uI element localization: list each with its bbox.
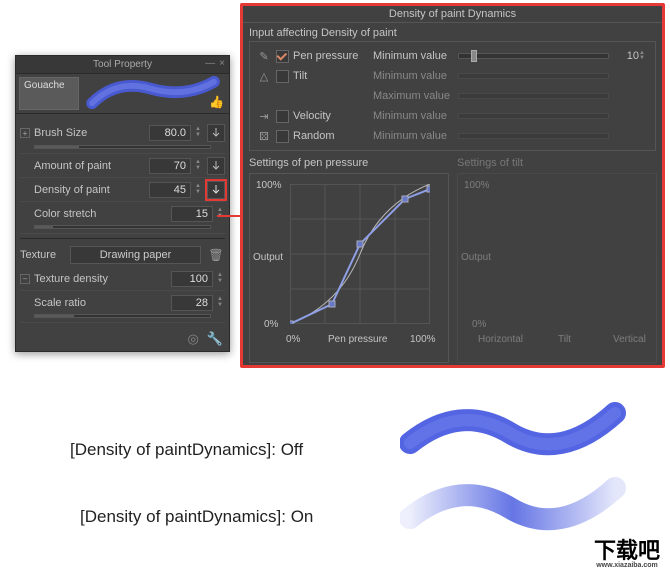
curve-y-top: 100% <box>256 180 282 191</box>
amount-dynamics-button[interactable] <box>207 157 225 175</box>
amount-spinner[interactable]: ▲▼ <box>193 160 203 172</box>
pen-min-value[interactable]: 10 <box>613 50 639 62</box>
scale-spinner[interactable]: ▲▼ <box>215 297 225 309</box>
brush-size-label: Brush Size <box>34 127 149 139</box>
trash-icon[interactable]: 🗑 <box>207 246 225 264</box>
texture-label: Texture <box>20 249 70 261</box>
texture-density-row: – Texture density 100 ▲▼ <box>20 267 225 291</box>
texture-density-label: Texture density <box>34 273 171 285</box>
panel-minimize-button[interactable]: — <box>205 58 215 69</box>
texture-density-spinner[interactable]: ▲▼ <box>215 273 225 285</box>
amount-value[interactable]: 70 <box>149 158 191 174</box>
velocity-icon: ⇥ <box>256 110 272 123</box>
velocity-label: Velocity <box>293 110 373 122</box>
color-stretch-spinner[interactable]: ▲▼ <box>215 208 225 220</box>
pen-pressure-checkbox[interactable] <box>276 50 289 63</box>
eye-icon[interactable]: ◎ <box>187 331 198 347</box>
curve-y-bot: 0% <box>264 319 278 330</box>
expand-toggle[interactable]: + <box>20 128 30 138</box>
scale-value[interactable]: 28 <box>171 295 213 311</box>
brush-size-value[interactable]: 80.0 <box>149 125 191 141</box>
tilt-label: Tilt <box>293 70 373 82</box>
scale-label: Scale ratio <box>34 297 171 309</box>
velocity-checkbox[interactable] <box>276 110 289 123</box>
random-min-slider <box>458 133 609 139</box>
density-value[interactable]: 45 <box>149 182 191 198</box>
color-stretch-label: Color stretch <box>34 208 171 220</box>
input-section-label: Input affecting Density of paint <box>243 23 662 41</box>
texture-density-value[interactable]: 100 <box>171 271 213 287</box>
watermark: 下载吧 www.xiazaiba.com <box>594 540 660 569</box>
color-stretch-value[interactable]: 15 <box>171 206 213 222</box>
pen-pressure-icon: ✎ <box>256 50 272 63</box>
brush-size-slider[interactable] <box>34 145 211 149</box>
curve-x-left: 0% <box>286 334 300 345</box>
pen-pressure-label: Pen pressure <box>293 50 373 62</box>
pen-min-slider[interactable] <box>458 53 609 59</box>
caption-on: [Density of paintDynamics]: On <box>80 507 313 527</box>
popup-title: Density of paint Dynamics <box>243 6 662 23</box>
thumbs-up-icon[interactable]: 👍 <box>209 95 223 109</box>
tool-property-panel: Tool Property — × Gouache 👍 + Brush Size… <box>15 55 230 352</box>
brush-size-spinner[interactable]: ▲▼ <box>193 127 203 139</box>
callout-connector <box>217 215 240 217</box>
pen-min-label: Minimum value <box>373 50 458 62</box>
curve-y-mid: Output <box>253 252 283 263</box>
density-row: Density of paint 45 ▲▼ <box>20 178 225 202</box>
color-stretch-row: Color stretch 15 ▲▼ <box>20 202 225 234</box>
pen-pressure-curve[interactable]: 100% Output 0% 0% Pen pressure 100% <box>249 173 449 363</box>
amount-row: Amount of paint 70 ▲▼ <box>20 154 225 178</box>
scale-slider[interactable] <box>34 314 211 318</box>
velocity-min-slider <box>458 113 609 119</box>
density-dynamics-popup: Density of paint Dynamics Input affectin… <box>240 3 665 368</box>
density-spinner[interactable]: ▲▼ <box>193 184 203 196</box>
brush-stroke-on <box>400 473 630 538</box>
density-dynamics-button[interactable] <box>207 181 225 199</box>
wrench-icon[interactable]: 🔧 <box>207 331 223 347</box>
random-icon: ⚄ <box>256 130 272 143</box>
brush-preview: 👍 <box>82 74 229 113</box>
tilt-max-label: Maximum value <box>373 90 458 102</box>
random-label: Random <box>293 130 373 142</box>
pen-min-spinner[interactable]: ▲▼ <box>639 51 649 61</box>
brush-name-field[interactable]: Gouache <box>19 77 79 110</box>
panel-header: Tool Property — × <box>16 56 229 74</box>
random-min-label: Minimum value <box>373 130 458 142</box>
brush-size-row: + Brush Size 80.0 ▲▼ <box>20 120 225 154</box>
caption-off: [Density of paintDynamics]: Off <box>70 440 303 460</box>
scale-row: Scale ratio 28 ▲▼ <box>20 291 225 323</box>
tilt-icon: △ <box>256 70 272 83</box>
brush-stroke-off <box>400 398 630 463</box>
tilt-max-slider <box>458 93 609 99</box>
texture-row: Texture Drawing paper 🗑 <box>20 243 225 267</box>
density-label: Density of paint <box>34 184 149 196</box>
tilt-min-label: Minimum value <box>373 70 458 82</box>
tilt-curve: 100% Output 0% Horizontal Tilt Vertical <box>457 173 657 363</box>
tilt-checkbox[interactable] <box>276 70 289 83</box>
curve-x-right: 100% <box>410 334 436 345</box>
velocity-min-label: Minimum value <box>373 110 458 122</box>
color-stretch-slider[interactable] <box>34 225 211 229</box>
pen-curve-title: Settings of pen pressure <box>249 157 449 169</box>
random-checkbox[interactable] <box>276 130 289 143</box>
tilt-curve-title: Settings of tilt <box>457 157 657 169</box>
brush-size-dynamics-button[interactable] <box>207 124 225 142</box>
input-factors-group: ✎ Pen pressure Minimum value 10 ▲▼ △ Til… <box>249 41 656 151</box>
tilt-min-slider <box>458 73 609 79</box>
amount-label: Amount of paint <box>34 160 149 172</box>
panel-title: Tool Property <box>93 59 152 70</box>
curve-x-mid: Pen pressure <box>328 334 387 345</box>
collapse-toggle[interactable]: – <box>20 274 30 284</box>
panel-close-button[interactable]: × <box>219 58 225 69</box>
texture-name-button[interactable]: Drawing paper <box>70 246 201 264</box>
